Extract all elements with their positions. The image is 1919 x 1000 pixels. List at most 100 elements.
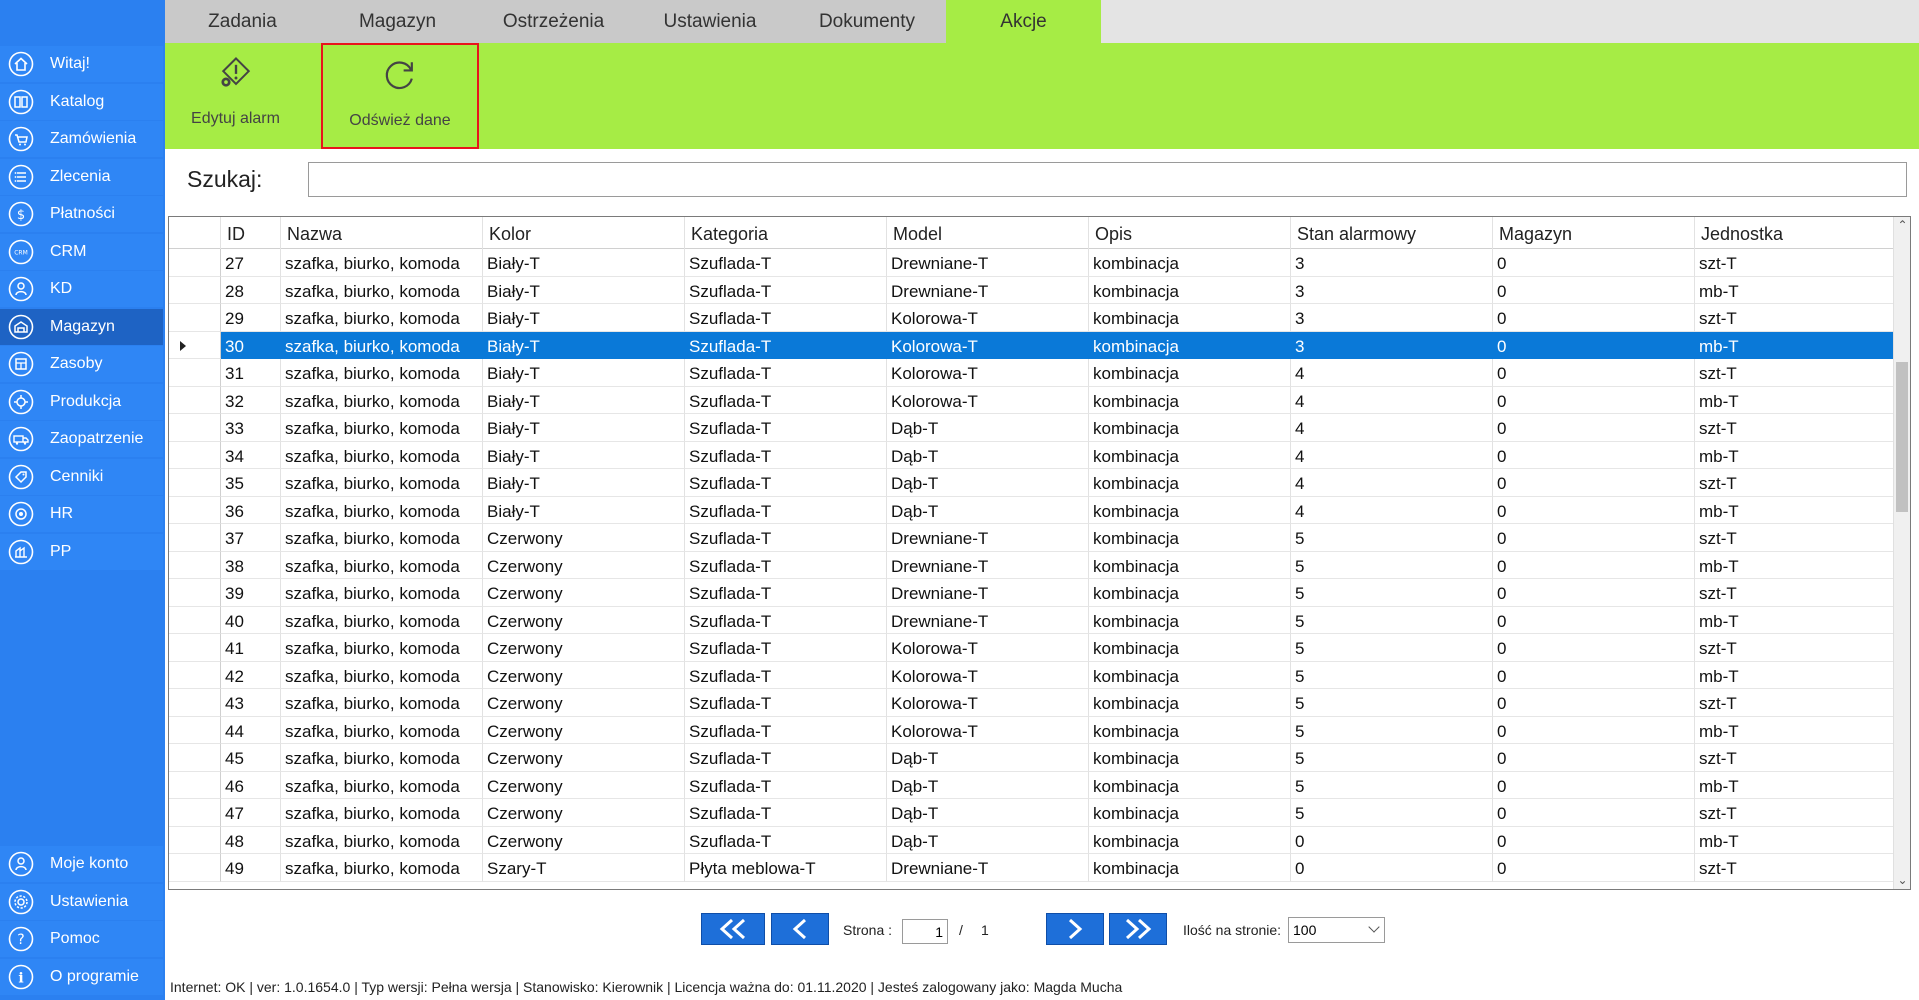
row-header[interactable] — [169, 469, 221, 497]
row-header[interactable] — [169, 386, 221, 414]
cell-stan-alarmowy: 4 — [1291, 386, 1493, 414]
table-row[interactable]: 32 szafka, biurko, komoda Biały-T Szuflada-… — [169, 386, 1894, 414]
scroll-down-icon[interactable]: ⌄ — [1894, 872, 1910, 889]
last-page-button[interactable] — [1109, 913, 1167, 945]
row-header[interactable] — [169, 359, 221, 387]
sidebar-item-hr[interactable]: HR — [0, 496, 163, 532]
table-row[interactable]: 30 szafka, biurko, komoda Biały-T Szuflada-… — [169, 331, 1894, 359]
column-header-kolor[interactable]: Kolor — [483, 217, 685, 249]
table-row[interactable]: 37 szafka, biurko, komoda Czerwony Szuflada… — [169, 524, 1894, 552]
sidebar-item-zaopatrzenie[interactable]: Zaopatrzenie — [0, 421, 163, 457]
row-header[interactable] — [169, 331, 221, 359]
row-header[interactable] — [169, 744, 221, 772]
scroll-up-icon[interactable]: ⌃ — [1894, 217, 1910, 234]
sidebar-item-ustawienia[interactable]: Ustawienia — [0, 883, 163, 920]
sidebar-item-moje-konto[interactable]: Moje konto — [0, 846, 163, 882]
sidebar-item-cenniki[interactable]: Cenniki — [0, 458, 163, 495]
row-header[interactable] — [169, 276, 221, 304]
search-input[interactable] — [308, 162, 1907, 197]
row-header[interactable] — [169, 826, 221, 854]
table-row[interactable]: 33 szafka, biurko, komoda Biały-T Szuflada-… — [169, 414, 1894, 442]
chevron-right-icon — [1068, 918, 1083, 940]
vertical-scrollbar[interactable]: ⌃ ⌄ — [1893, 217, 1910, 889]
column-header-opis[interactable]: Opis — [1089, 217, 1291, 249]
sidebar-item-zamówienia[interactable]: Zamówienia — [0, 121, 163, 157]
row-header[interactable] — [169, 414, 221, 442]
next-page-button[interactable] — [1046, 913, 1104, 945]
sidebar-item-magazyn[interactable]: Magazyn — [0, 308, 163, 345]
sidebar-item-zlecenia[interactable]: Zlecenia — [0, 158, 163, 195]
row-header[interactable] — [169, 661, 221, 689]
row-header[interactable] — [169, 771, 221, 799]
row-header[interactable] — [169, 249, 221, 277]
table-row[interactable]: 38 szafka, biurko, komoda Czerwony Szuflada… — [169, 551, 1894, 579]
tab-magazyn[interactable]: Magazyn — [320, 0, 475, 43]
sidebar-item-pomoc[interactable]: ? Pomoc — [0, 921, 163, 957]
page-number-input[interactable] — [902, 919, 948, 944]
table-row[interactable]: 27 szafka, biurko, komoda Biały-T Szuflada-… — [169, 249, 1894, 277]
row-header[interactable] — [169, 799, 221, 827]
column-header-stan-alarmowy[interactable]: Stan alarmowy — [1291, 217, 1493, 249]
column-header-nazwa[interactable]: Nazwa — [281, 217, 483, 249]
cell-kolor: Czerwony — [483, 716, 685, 744]
row-header[interactable] — [169, 689, 221, 717]
table-row[interactable]: 48 szafka, biurko, komoda Czerwony Szuflada… — [169, 826, 1894, 854]
row-header[interactable] — [169, 304, 221, 332]
table-row[interactable]: 49 szafka, biurko, komoda Szary-T Płyta meb… — [169, 854, 1894, 882]
cell-kategoria: Szuflada-T — [685, 304, 887, 332]
row-header[interactable] — [169, 441, 221, 469]
sidebar-item-zasoby[interactable]: Zasoby — [0, 346, 163, 382]
cell-kolor: Czerwony — [483, 606, 685, 634]
column-header-model[interactable]: Model — [887, 217, 1089, 249]
row-header[interactable] — [169, 551, 221, 579]
table-row[interactable]: 28 szafka, biurko, komoda Biały-T Szuflada-… — [169, 276, 1894, 304]
first-page-button[interactable] — [701, 913, 765, 945]
row-header[interactable] — [169, 579, 221, 607]
table-row[interactable]: 39 szafka, biurko, komoda Czerwony Szuflada… — [169, 579, 1894, 607]
tab-ostrzeżenia[interactable]: Ostrzeżenia — [475, 0, 632, 43]
table-row[interactable]: 44 szafka, biurko, komoda Czerwony Szuflada… — [169, 716, 1894, 744]
row-header[interactable] — [169, 496, 221, 524]
table-row[interactable]: 36 szafka, biurko, komoda Biały-T Szuflada-… — [169, 496, 1894, 524]
row-header[interactable] — [169, 524, 221, 552]
refresh-data-button[interactable]: Odśwież dane — [321, 43, 479, 149]
table-row[interactable]: 35 szafka, biurko, komoda Biały-T Szuflada-… — [169, 469, 1894, 497]
row-header[interactable] — [169, 606, 221, 634]
table-row[interactable]: 34 szafka, biurko, komoda Biały-T Szuflada-… — [169, 441, 1894, 469]
table-row[interactable]: 40 szafka, biurko, komoda Czerwony Szuflada… — [169, 606, 1894, 634]
sidebar-item-crm[interactable]: CRM CRM — [0, 233, 163, 270]
table-row[interactable]: 46 szafka, biurko, komoda Czerwony Szuflada… — [169, 771, 1894, 799]
cell-magazyn: 0 — [1493, 551, 1695, 579]
table-row[interactable]: 47 szafka, biurko, komoda Czerwony Szuflada… — [169, 799, 1894, 827]
sidebar-item-produkcja[interactable]: Produkcja — [0, 383, 163, 420]
table-row[interactable]: 45 szafka, biurko, komoda Czerwony Szuflada… — [169, 744, 1894, 772]
prev-page-button[interactable] — [771, 913, 829, 945]
scroll-thumb[interactable] — [1896, 362, 1908, 512]
cell-model: Dąb-T — [887, 771, 1089, 799]
edit-alarm-button[interactable]: Edytuj alarm — [175, 43, 296, 149]
sidebar-item-katalog[interactable]: Katalog — [0, 83, 163, 120]
tab-dokumenty[interactable]: Dokumenty — [788, 0, 946, 43]
table-row[interactable]: 41 szafka, biurko, komoda Czerwony Szuflada… — [169, 634, 1894, 662]
table-row[interactable]: 43 szafka, biurko, komoda Czerwony Szuflada… — [169, 689, 1894, 717]
sidebar-item-pp[interactable]: PP — [0, 533, 163, 570]
cell-kategoria: Szuflada-T — [685, 331, 887, 359]
table-row[interactable]: 29 szafka, biurko, komoda Biały-T Szuflada-… — [169, 304, 1894, 332]
table-row[interactable]: 42 szafka, biurko, komoda Czerwony Szuflada… — [169, 661, 1894, 689]
tab-zadania[interactable]: Zadania — [165, 0, 320, 43]
row-header[interactable] — [169, 634, 221, 662]
tab-akcje[interactable]: Akcje — [946, 0, 1101, 43]
sidebar-item-kd[interactable]: KD — [0, 271, 163, 307]
table-row[interactable]: 31 szafka, biurko, komoda Biały-T Szuflada-… — [169, 359, 1894, 387]
tab-ustawienia[interactable]: Ustawienia — [632, 0, 788, 43]
sidebar-item-płatności[interactable]: $ Płatności — [0, 196, 163, 232]
sidebar-item-o-programie[interactable]: i O programie — [0, 958, 163, 995]
row-header[interactable] — [169, 716, 221, 744]
column-header-jednostka[interactable]: Jednostka — [1695, 217, 1894, 249]
column-header-magazyn[interactable]: Magazyn — [1493, 217, 1695, 249]
sidebar-item-witaj-[interactable]: Witaj! — [0, 46, 163, 82]
per-page-select[interactable]: 100 — [1288, 917, 1385, 943]
column-header-id[interactable]: ID — [221, 217, 281, 249]
column-header-kategoria[interactable]: Kategoria — [685, 217, 887, 249]
row-header[interactable] — [169, 854, 221, 882]
